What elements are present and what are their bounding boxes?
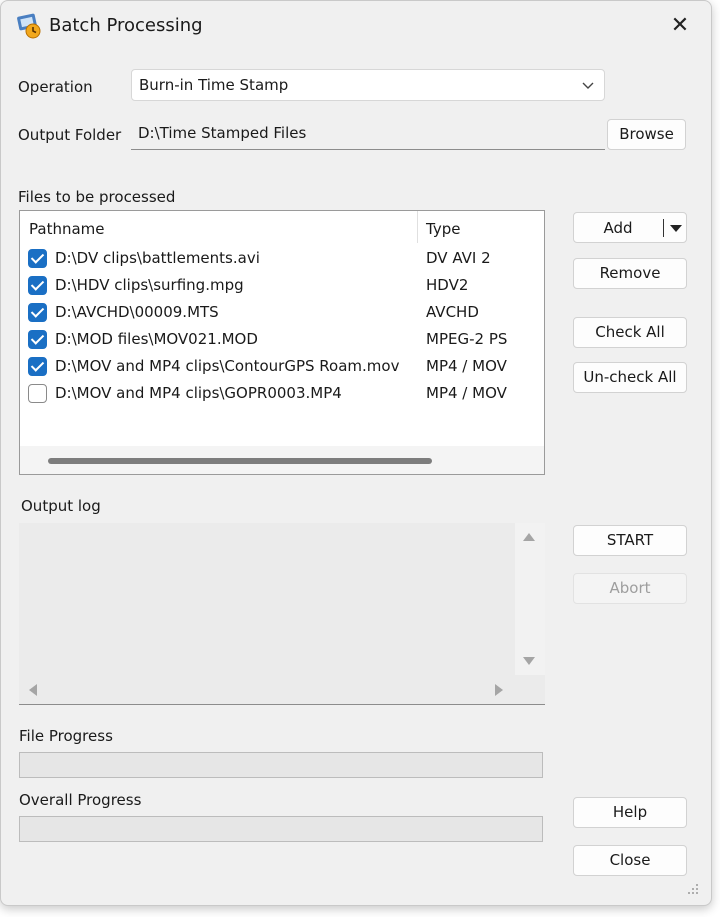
file-type: MPEG-2 PS	[426, 330, 508, 348]
overall-progress-label: Overall Progress	[19, 791, 142, 809]
file-type: AVCHD	[426, 303, 479, 321]
file-pathname: D:\DV clips\battlements.avi	[55, 249, 260, 267]
file-type: DV AVI 2	[426, 249, 491, 267]
scroll-left-arrow-icon[interactable]	[29, 684, 37, 696]
batch-processing-dialog: Batch Processing ✕ Operation Burn-in Tim…	[0, 0, 712, 906]
start-button[interactable]: START	[573, 525, 687, 556]
file-checkbox[interactable]	[28, 249, 47, 268]
close-button[interactable]: Close	[573, 845, 687, 876]
file-type: HDV2	[426, 276, 469, 294]
batch-processing-app-icon	[17, 13, 41, 39]
file-row[interactable]: D:\HDV clips\surfing.mpg HDV2	[20, 272, 544, 299]
file-checkbox[interactable]	[28, 384, 47, 403]
output-folder-value: D:\Time Stamped Files	[138, 124, 307, 142]
scroll-right-arrow-icon[interactable]	[495, 684, 503, 696]
help-button[interactable]: Help	[573, 797, 687, 828]
file-pathname: D:\MOV and MP4 clips\ContourGPS Roam.mov	[55, 357, 400, 375]
file-type: MP4 / MOV	[426, 384, 507, 402]
file-pathname: D:\MOV and MP4 clips\GOPR0003.MP4	[55, 384, 342, 402]
scroll-up-arrow-icon[interactable]	[523, 533, 535, 541]
file-row[interactable]: D:\MOV and MP4 clips\GOPR0003.MP4 MP4 / …	[20, 380, 544, 407]
column-header-type[interactable]: Type	[426, 220, 460, 238]
operation-dropdown[interactable]: Burn-in Time Stamp	[131, 69, 605, 101]
output-folder-label: Output Folder	[18, 126, 122, 144]
file-row[interactable]: D:\DV clips\battlements.avi DV AVI 2	[20, 245, 544, 272]
file-pathname: D:\HDV clips\surfing.mpg	[55, 276, 244, 294]
file-pathname: D:\MOD files\MOV021.MOD	[55, 330, 258, 348]
window-title: Batch Processing	[49, 15, 203, 36]
files-list[interactable]: Pathname Type D:\DV clips\battlements.av…	[19, 210, 545, 475]
remove-button[interactable]: Remove	[573, 258, 687, 289]
chevron-down-icon	[582, 82, 594, 89]
file-type: MP4 / MOV	[426, 357, 507, 375]
operation-selected-value: Burn-in Time Stamp	[139, 76, 289, 94]
dropdown-arrow-icon[interactable]	[670, 225, 682, 232]
split-divider	[663, 219, 664, 237]
output-folder-field[interactable]: D:\Time Stamped Files	[131, 119, 605, 150]
scrollbar-thumb[interactable]	[48, 458, 432, 464]
title-bar[interactable]: Batch Processing ✕	[1, 1, 711, 53]
add-split-button[interactable]: Add	[573, 212, 687, 243]
file-pathname: D:\AVCHD\00009.MTS	[55, 303, 219, 321]
check-all-button[interactable]: Check All	[573, 317, 687, 348]
column-header-pathname[interactable]: Pathname	[29, 220, 105, 238]
files-section-label: Files to be processed	[18, 188, 176, 206]
output-log-box[interactable]	[19, 523, 545, 705]
scroll-down-arrow-icon[interactable]	[523, 657, 535, 665]
resize-grip-icon[interactable]	[687, 883, 699, 895]
log-vertical-scrollbar[interactable]	[515, 523, 545, 675]
operation-label: Operation	[18, 78, 93, 96]
file-checkbox[interactable]	[28, 303, 47, 322]
column-divider[interactable]	[417, 211, 418, 243]
file-progress-label: File Progress	[19, 727, 113, 745]
add-button-label[interactable]: Add	[574, 219, 662, 237]
uncheck-all-button[interactable]: Un-check All	[573, 362, 687, 393]
file-checkbox[interactable]	[28, 330, 47, 349]
file-row[interactable]: D:\AVCHD\00009.MTS AVCHD	[20, 299, 544, 326]
overall-progress-bar	[19, 816, 543, 842]
file-checkbox[interactable]	[28, 276, 47, 295]
file-row[interactable]: D:\MOV and MP4 clips\ContourGPS Roam.mov…	[20, 353, 544, 380]
files-horizontal-scrollbar[interactable]	[20, 446, 544, 474]
abort-button[interactable]: Abort	[573, 573, 687, 604]
file-row[interactable]: D:\MOD files\MOV021.MOD MPEG-2 PS	[20, 326, 544, 353]
output-log-label: Output log	[21, 497, 101, 515]
browse-button[interactable]: Browse	[607, 119, 686, 150]
files-list-header: Pathname Type	[20, 211, 544, 245]
file-progress-bar	[19, 752, 543, 778]
close-icon[interactable]: ✕	[665, 11, 695, 41]
file-checkbox[interactable]	[28, 357, 47, 376]
